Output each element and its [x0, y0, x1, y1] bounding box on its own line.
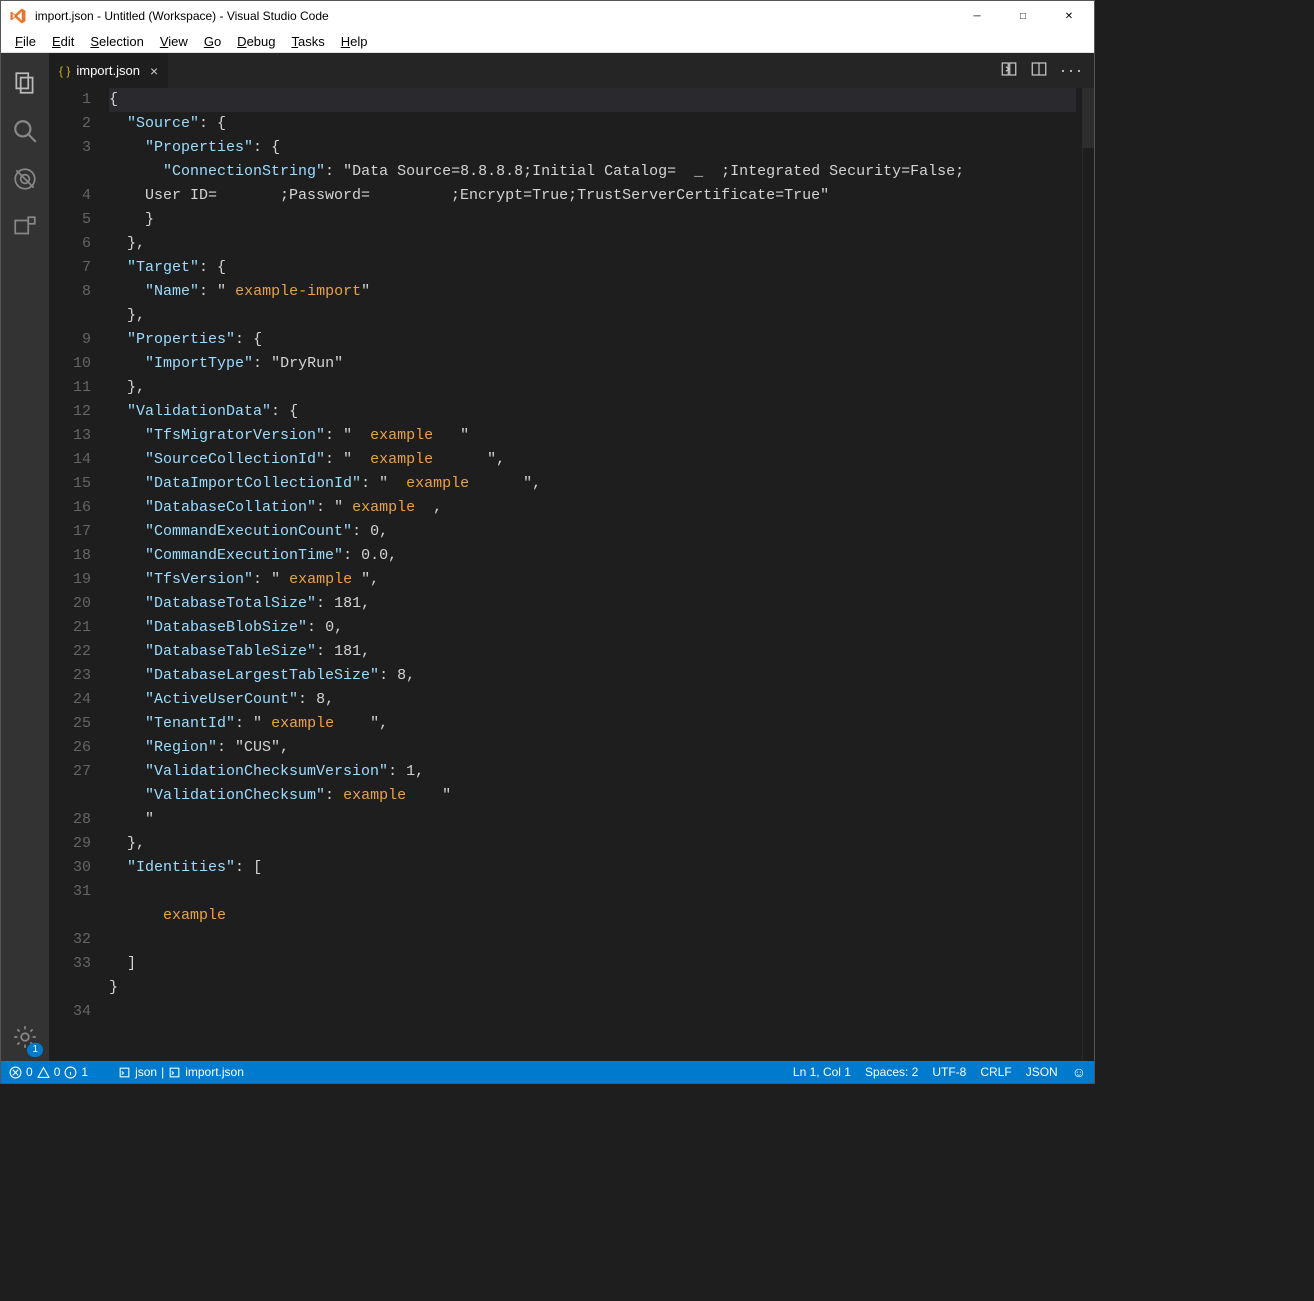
close-tab-icon[interactable]: ×	[150, 63, 158, 79]
status-language[interactable]: JSON	[1026, 1065, 1058, 1079]
status-encoding[interactable]: UTF-8	[932, 1065, 966, 1079]
json-file-icon: { }	[59, 64, 70, 78]
activity-bar	[1, 53, 49, 1061]
status-errors-count: 0	[26, 1065, 33, 1079]
menu-selection[interactable]: Selection	[82, 32, 151, 51]
feedback-icon[interactable]: ☺	[1072, 1064, 1086, 1080]
more-actions-icon[interactable]: ···	[1060, 60, 1084, 81]
menu-help[interactable]: Help	[333, 32, 376, 51]
window-title: import.json - Untitled (Workspace) - Vis…	[35, 9, 954, 23]
status-warnings-count: 0	[54, 1065, 61, 1079]
minimize-button[interactable]: ─	[954, 1, 1000, 31]
tab-bar: { } import.json × ···	[49, 53, 1094, 88]
menu-view[interactable]: View	[152, 32, 196, 51]
tab-label: import.json	[76, 63, 140, 78]
split-editor-icon[interactable]	[1030, 60, 1048, 81]
code-editor[interactable]: 1234567891011121314151617181920212223242…	[49, 88, 1094, 1061]
code-content[interactable]: { "Source": { "Properties": { "Connectio…	[109, 88, 1082, 1061]
menu-file[interactable]: File	[7, 32, 44, 51]
status-bar: 0 0 1 json | import.json Ln 1, Col 1 Spa…	[1, 1061, 1094, 1083]
debug-icon[interactable]	[1, 155, 49, 203]
tab-import-json[interactable]: { } import.json ×	[49, 53, 169, 88]
main-area: { } import.json × ··· 123456789101112131…	[1, 53, 1094, 1061]
vscode-logo-icon	[9, 7, 27, 25]
menu-tasks[interactable]: Tasks	[283, 32, 332, 51]
status-info-count: 1	[81, 1065, 88, 1079]
title-bar: import.json - Untitled (Workspace) - Vis…	[1, 1, 1094, 31]
tab-actions: ···	[1000, 53, 1094, 88]
minimap[interactable]	[1082, 88, 1094, 1061]
line-number-gutter: 1234567891011121314151617181920212223242…	[49, 88, 109, 1061]
explorer-icon[interactable]	[1, 59, 49, 107]
settings-gear-icon[interactable]	[1, 1013, 49, 1061]
status-task-file: import.json	[185, 1065, 244, 1079]
close-window-button[interactable]: ✕	[1046, 1, 1092, 31]
compare-changes-icon[interactable]	[1000, 60, 1018, 81]
status-eol[interactable]: CRLF	[980, 1065, 1011, 1079]
menu-bar: File Edit Selection View Go Debug Tasks …	[1, 31, 1094, 53]
menu-edit[interactable]: Edit	[44, 32, 82, 51]
extensions-icon[interactable]	[1, 203, 49, 251]
menu-go[interactable]: Go	[196, 32, 229, 51]
maximize-button[interactable]: □	[1000, 1, 1046, 31]
status-spaces[interactable]: Spaces: 2	[865, 1065, 918, 1079]
status-task[interactable]: json | import.json	[118, 1065, 244, 1079]
search-icon[interactable]	[1, 107, 49, 155]
status-task-label: json	[135, 1065, 157, 1079]
editor-group: { } import.json × ··· 123456789101112131…	[49, 53, 1094, 1061]
status-problems[interactable]: 0 0 1	[9, 1065, 88, 1079]
menu-debug[interactable]: Debug	[229, 32, 283, 51]
status-cursor[interactable]: Ln 1, Col 1	[793, 1065, 851, 1079]
